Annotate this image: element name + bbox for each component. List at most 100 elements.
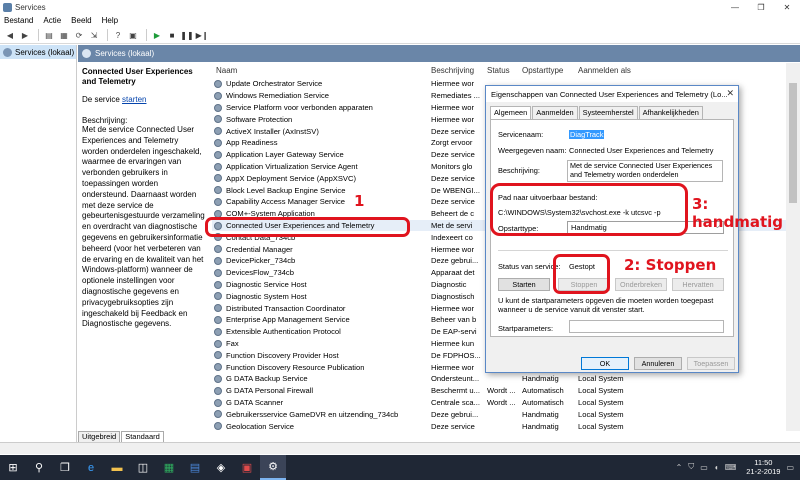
startup-params-input[interactable] <box>569 320 724 333</box>
service-description-cell: Beheer van b <box>431 315 477 325</box>
pause-service-icon[interactable]: ❚❚ <box>180 29 193 41</box>
column-header-logon[interactable]: Aanmelden als <box>578 66 631 75</box>
start-button[interactable]: Starten <box>498 278 550 291</box>
table-row[interactable]: G DATA Personal Firewall Beschermt u... Wo… <box>212 385 800 397</box>
service-gear-icon <box>214 186 222 195</box>
back-icon[interactable]: ◀ <box>4 29 16 41</box>
resume-button[interactable]: Hervatten <box>672 278 724 291</box>
forward-icon[interactable]: ▶ <box>19 29 31 41</box>
menu-actie[interactable]: Actie <box>43 16 61 25</box>
service-description-cell: Monitors glo <box>431 161 473 171</box>
service-gear-icon <box>214 91 222 100</box>
column-header-name[interactable]: Naam <box>216 66 237 75</box>
table-row[interactable]: Gebruikersservice GameDVR en uitzending_… <box>212 408 800 420</box>
cancel-button[interactable]: Annuleren <box>634 357 682 370</box>
close-button[interactable]: ✕ <box>774 0 800 14</box>
task-view-icon[interactable]: ❐ <box>52 455 78 480</box>
tab-uitgebreid[interactable]: Uitgebreid <box>78 431 121 442</box>
scrollbar-thumb[interactable] <box>789 83 797 203</box>
panel-header: Services (lokaal) <box>78 45 800 62</box>
service-name-text[interactable]: DiagTrack <box>569 130 605 139</box>
table-row[interactable]: G DATA Scanner Centrale sca... Wordt ... Au… <box>212 397 800 409</box>
service-status-cell: Wordt ... <box>487 386 516 396</box>
keyboard-icon[interactable]: ⌨ <box>725 463 737 472</box>
service-description-cell: Indexeert co <box>431 232 473 242</box>
tree-item-services-local[interactable]: Services (lokaal) <box>0 45 76 59</box>
menu-beeld[interactable]: Beeld <box>71 16 91 25</box>
display-name-value[interactable]: Connected User Experiences and Telemetry <box>569 146 713 155</box>
description-field[interactable]: Met de service Connected User Experience… <box>567 160 723 182</box>
notifications-icon[interactable]: ▭ <box>786 463 794 472</box>
start-service-link[interactable]: starten <box>122 95 146 104</box>
start-service-line: De service starten <box>82 95 206 104</box>
service-name-cell: G DATA Personal Firewall <box>226 386 314 396</box>
service-gear-icon <box>214 115 222 124</box>
pause-button[interactable]: Onderbreken <box>615 278 667 291</box>
edge-browser-icon[interactable]: e <box>78 455 104 480</box>
list-header: Naam Beschrijving Status Opstarttype Aan… <box>212 63 800 77</box>
properties-icon[interactable]: ▦ <box>58 29 70 41</box>
restart-service-icon[interactable]: ▶❙ <box>196 29 209 41</box>
selected-service-name: Connected User Experiences and Telemetry <box>82 67 193 86</box>
service-startup-cell: Handmatig <box>522 409 559 419</box>
table-row[interactable]: G DATA Backup Service Ondersteunt... Handm… <box>212 373 800 385</box>
service-description-cell: Beschermt u... <box>431 386 480 396</box>
service-name-cell: AppX Deployment Service (AppXSVC) <box>226 173 356 183</box>
export-icon[interactable]: ⇲ <box>88 29 100 41</box>
toolbar-separator <box>146 29 147 41</box>
start-service-icon[interactable]: ▶ <box>151 29 163 41</box>
vertical-scrollbar[interactable] <box>786 63 800 431</box>
description-label: Beschrijving: <box>82 116 128 125</box>
column-header-startup[interactable]: Opstarttype <box>522 66 563 75</box>
game-icon[interactable]: ◈ <box>208 455 234 480</box>
highlight-stop-button <box>553 254 610 294</box>
column-header-status[interactable]: Status <box>487 66 510 75</box>
stop-service-icon[interactable]: ■ <box>166 29 178 41</box>
service-gear-icon <box>214 398 222 407</box>
shield-icon[interactable]: ⛉ <box>688 462 694 472</box>
minimize-button[interactable]: — <box>722 0 748 14</box>
maximize-button[interactable]: ❐ <box>748 0 774 14</box>
clock[interactable]: 11:50 21-2-2019 <box>746 458 780 476</box>
service-name-cell: DevicesFlow_734cb <box>226 268 294 278</box>
tab-algemeen[interactable]: Algemeen <box>490 106 532 119</box>
tray-up-arrow-icon[interactable]: ⌃ <box>676 463 683 472</box>
network-icon[interactable]: ▭ <box>700 463 708 472</box>
services-gear-icon <box>3 47 12 57</box>
tab-systeemherstel[interactable]: Systeemherstel <box>578 106 638 119</box>
file-explorer-icon[interactable]: ▬ <box>104 455 130 480</box>
volume-icon[interactable]: ◖ <box>714 463 719 472</box>
service-description-cell: Met de servi <box>431 220 473 230</box>
system-tray: ⌃ ⛉ ▭ ◖ ⌨ 11:50 21-2-2019 ▭ <box>676 458 794 476</box>
show-hide-tree-icon[interactable]: ▤ <box>43 29 55 41</box>
apply-button[interactable]: Toepassen <box>687 357 735 370</box>
excel-icon[interactable]: ▦ <box>156 455 182 480</box>
tab-afhankelijkheden[interactable]: Afhankelijkheden <box>638 106 703 119</box>
clock-date: 21-2-2019 <box>746 467 781 476</box>
console-icon[interactable]: ▣ <box>127 29 139 41</box>
menu-help[interactable]: Help <box>102 16 118 25</box>
service-name-cell: G DATA Backup Service <box>226 374 308 384</box>
search-icon[interactable]: ⚲ <box>26 455 52 480</box>
word-icon[interactable]: ▤ <box>182 455 208 480</box>
tab-standaard[interactable]: Standaard <box>121 431 164 442</box>
taskbar: ⊞ ⚲ ❐ e ▬ ◫ ▦ ▤ ◈ ▣ ⚙ ⌃ ⛉ ▭ ◖ ⌨ 11:50 21… <box>0 455 800 480</box>
toolbar-separator <box>38 29 39 41</box>
refresh-icon[interactable]: ⟳ <box>73 29 85 41</box>
store-icon[interactable]: ◫ <box>130 455 156 480</box>
service-description-cell: Hiermee wor <box>431 362 475 372</box>
service-description-cell: Hiermee wor <box>431 114 475 124</box>
ok-button[interactable]: OK <box>581 357 629 370</box>
column-header-description[interactable]: Beschrijving <box>431 66 474 75</box>
services-taskbar-icon[interactable]: ⚙ <box>260 455 286 480</box>
help-icon[interactable]: ? <box>112 29 124 41</box>
service-logon-cell: Local System <box>578 374 624 384</box>
dialog-close-button[interactable]: ✕ <box>726 88 734 99</box>
menu-bestand[interactable]: Bestand <box>4 16 33 25</box>
tab-aanmelden[interactable]: Aanmelden <box>532 106 578 119</box>
windows-start-icon[interactable]: ⊞ <box>0 455 26 480</box>
service-gear-icon <box>214 374 222 383</box>
highlight-selected-service <box>205 217 410 237</box>
photos-icon[interactable]: ▣ <box>234 455 260 480</box>
service-name-cell: Diagnostic System Host <box>226 291 307 301</box>
